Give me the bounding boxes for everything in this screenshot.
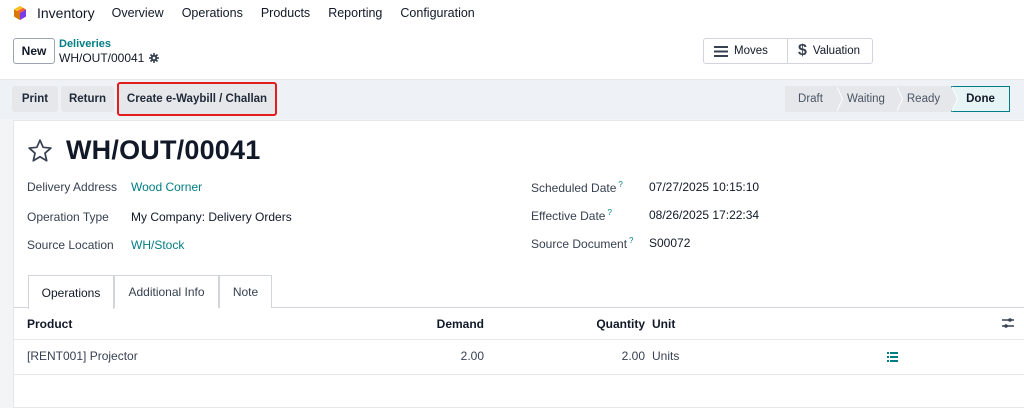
column-demand[interactable]: Demand — [434, 317, 484, 331]
effective-date-value[interactable]: 08/26/2025 17:22:34 — [649, 208, 759, 222]
status-waiting[interactable]: Waiting — [836, 86, 903, 112]
row-unit: Units — [652, 349, 680, 363]
status-draft-label: Draft — [798, 93, 823, 105]
details-list-icon[interactable] — [887, 352, 898, 362]
star-icon[interactable] — [27, 138, 53, 164]
new-button[interactable]: New — [13, 38, 55, 64]
effective-date-label: Effective Date? — [531, 208, 612, 223]
app-name[interactable]: Inventory — [37, 5, 95, 21]
table-row[interactable]: [RENT001] Projector 2.00 2.00 Units — [14, 340, 1024, 375]
status-ready-label: Ready — [906, 93, 941, 105]
top-navbar: Inventory Overview Operations Products R… — [0, 0, 1024, 25]
source-document-value[interactable]: S00072 — [649, 236, 690, 250]
gear-icon[interactable] — [149, 53, 160, 63]
help-icon[interactable]: ? — [618, 180, 622, 189]
column-product[interactable]: Product — [27, 317, 72, 331]
moves-smart-button[interactable]: Moves — [703, 38, 788, 64]
moves-label: Moves — [734, 45, 768, 57]
action-bar: Print Return Create e-Waybill / Challan … — [0, 80, 1024, 119]
notebook-tabs: Operations Additional Info Note — [14, 275, 1024, 309]
scheduled-date-label: Scheduled Date? — [531, 180, 623, 195]
help-icon[interactable]: ? — [607, 208, 611, 217]
operation-type-value[interactable]: My Company: Delivery Orders — [131, 210, 292, 224]
dollar-icon: $ — [798, 42, 807, 59]
nav-reporting[interactable]: Reporting — [328, 6, 382, 20]
optional-columns-icon[interactable] — [1002, 317, 1014, 329]
nav-overview[interactable]: Overview — [112, 6, 164, 20]
table-header: Product Demand Quantity Unit — [14, 308, 1024, 340]
control-panel: New Deliveries WH/OUT/00041 Moves $ Valu… — [0, 25, 1024, 80]
operation-type-label: Operation Type — [27, 210, 109, 224]
status-done-label: Done — [966, 93, 995, 105]
valuation-label: Valuation — [812, 45, 861, 57]
record-title: WH/OUT/00041 — [66, 135, 261, 165]
nav-products[interactable]: Products — [261, 6, 310, 20]
valuation-smart-button[interactable]: $ Valuation — [787, 38, 873, 64]
source-location-label: Source Location — [27, 238, 114, 252]
form-sheet: WH/OUT/00041 Delivery Address Wood Corne… — [13, 120, 1024, 408]
nav-configuration[interactable]: Configuration — [400, 6, 474, 20]
row-product: [RENT001] Projector — [27, 349, 138, 363]
breadcrumb-current: WH/OUT/00041 — [59, 51, 160, 65]
effective-date-label-text: Effective Date — [531, 209, 606, 223]
scheduled-date-value[interactable]: 07/27/2025 10:15:10 — [649, 180, 759, 194]
column-quantity[interactable]: Quantity — [584, 317, 645, 331]
delivery-address-value[interactable]: Wood Corner — [131, 180, 202, 194]
status-waiting-label: Waiting — [847, 93, 885, 105]
row-demand: 2.00 — [460, 349, 484, 363]
help-icon[interactable]: ? — [629, 236, 633, 245]
print-button[interactable]: Print — [12, 86, 58, 112]
status-draft[interactable]: Draft — [785, 86, 843, 112]
source-document-label-text: Source Document — [531, 237, 628, 251]
status-done[interactable]: Done — [951, 86, 1010, 112]
return-button[interactable]: Return — [61, 86, 114, 112]
nav-operations[interactable]: Operations — [182, 6, 243, 20]
tab-additional-info[interactable]: Additional Info — [114, 275, 219, 308]
list-icon — [714, 45, 728, 57]
scheduled-date-label-text: Scheduled Date — [531, 181, 617, 195]
status-ready[interactable]: Ready — [896, 86, 958, 112]
status-bar: Draft Waiting Ready Done — [785, 86, 1010, 112]
tab-note[interactable]: Note — [219, 275, 272, 308]
row-quantity: 2.00 — [621, 349, 645, 363]
create-ewaybill-button[interactable]: Create e-Waybill / Challan — [117, 82, 277, 116]
delivery-address-label: Delivery Address — [27, 180, 118, 194]
column-unit[interactable]: Unit — [652, 317, 675, 331]
source-document-label: Source Document? — [531, 236, 634, 251]
inventory-app-icon[interactable] — [13, 5, 27, 20]
tab-operations[interactable]: Operations — [28, 275, 114, 309]
breadcrumb-current-label: WH/OUT/00041 — [59, 51, 145, 65]
breadcrumb-deliveries[interactable]: Deliveries — [59, 38, 111, 50]
source-location-value[interactable]: WH/Stock — [131, 238, 184, 252]
